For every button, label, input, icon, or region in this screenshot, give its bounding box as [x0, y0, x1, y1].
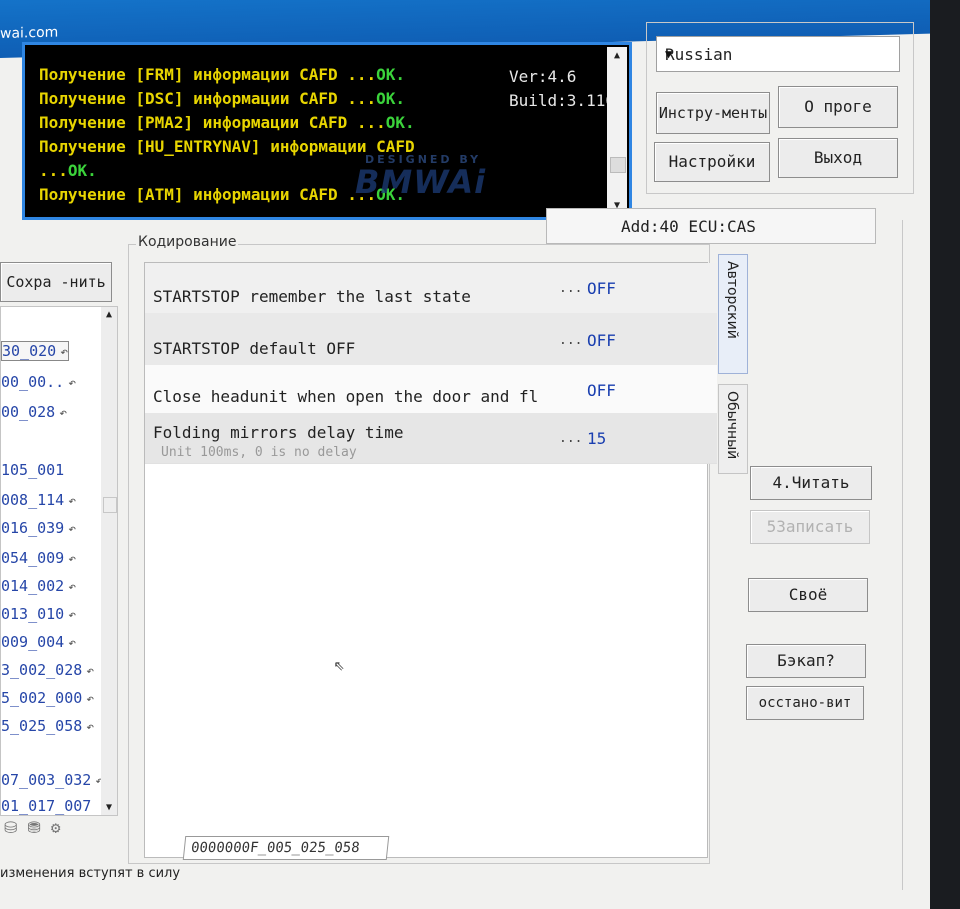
right-frame [882, 220, 903, 890]
coding-group-title: Кодирование [136, 234, 239, 250]
list-item[interactable]: 5_025_058 ↶ [1, 717, 94, 735]
list-item[interactable]: 30_020 ↶ [1, 341, 70, 361]
undo-icon: ↶ [59, 406, 68, 421]
db-edit-icon[interactable]: ⛃ [27, 818, 50, 837]
list-item[interactable]: 016_039 ↶ [1, 519, 76, 537]
console-line: Получение [HU_ENTRYNAV] информации CAFD [39, 137, 415, 156]
list-item[interactable]: 009_004 ↶ [1, 633, 76, 651]
row-name: Folding mirrors delay time [153, 423, 404, 442]
row-more-button[interactable]: ... [559, 281, 582, 296]
scroll-thumb[interactable] [610, 157, 626, 173]
row-value[interactable]: 15 [587, 429, 606, 448]
settings-icon[interactable]: ⚙ [51, 818, 71, 837]
row-name: STARTSTOP default OFF [153, 339, 356, 358]
undo-icon: ↶ [68, 494, 77, 509]
undo-icon: ↶ [86, 720, 95, 735]
app-window: wai.com Получение [FRM] информации CAFD … [0, 0, 930, 909]
list-item[interactable]: 00_00.. ↶ [1, 373, 76, 391]
list-item[interactable]: 5_002_000 ↶ [1, 689, 94, 707]
console-line: Получение [PMA2] информации CAFD ...OK. [39, 113, 415, 132]
tab-author[interactable]: Авторский [718, 254, 748, 374]
row-description: Unit 100ms, 0 is no delay [161, 445, 357, 460]
scroll-down-icon[interactable]: ▼ [101, 802, 117, 813]
status-message: изменения вступят в силу [0, 866, 181, 881]
undo-icon: ↶ [86, 664, 95, 679]
console-line: Получение [DSC] информации CAFD ...OK. [39, 89, 406, 108]
list-item[interactable]: 013_010 ↶ [1, 605, 76, 623]
file-tab[interactable]: 0000000F_005_025_058 [182, 836, 390, 860]
table-row[interactable]: Folding mirrors delay time Unit 100ms, 0… [145, 413, 717, 464]
undo-icon: ↶ [68, 636, 77, 651]
bmwai-watermark-logo: DESIGNED BY BMWAi [355, 153, 487, 201]
list-item[interactable]: 3_002_028 ↶ [1, 661, 94, 679]
row-name: STARTSTOP remember the last state [153, 287, 471, 306]
write-button[interactable]: 5Записать [750, 510, 870, 544]
window-title: wai.com [0, 24, 59, 42]
list-item[interactable]: 00_028 ↶ [1, 403, 67, 421]
row-more-button[interactable]: ... [559, 431, 582, 446]
list-item[interactable]: 054_009 ↶ [1, 549, 76, 567]
log-console: Получение [FRM] информации CAFD ...OK. П… [22, 42, 632, 220]
row-value[interactable]: OFF [587, 279, 616, 298]
undo-icon: ↶ [68, 522, 77, 537]
row-value[interactable]: OFF [587, 381, 616, 400]
language-select[interactable]: Russian ▼ [656, 36, 900, 72]
table-row[interactable]: STARTSTOP default OFF ... OFF [145, 313, 717, 366]
mouse-cursor-icon: ⇖ [334, 654, 345, 675]
console-line: Получение [FRM] информации CAFD ...OK. [39, 65, 406, 84]
scroll-up-icon[interactable]: ▲ [101, 309, 117, 320]
cafd-list: 30_020 ↶ 00_00.. ↶ 00_028 ↶ 105_001 008_114… [0, 306, 118, 816]
undo-icon: ↶ [68, 552, 77, 567]
scroll-up-icon[interactable]: ▲ [607, 47, 627, 65]
undo-icon: ↶ [68, 376, 77, 391]
exit-button[interactable]: Выход [778, 138, 898, 178]
toolbar-icons: ⛁⛃⚙ [4, 818, 70, 837]
db-icon[interactable]: ⛁ [4, 818, 27, 837]
undo-icon: ↶ [86, 692, 95, 707]
list-item[interactable]: 105_001 [1, 461, 64, 479]
console-scrollbar[interactable]: ▲ ▼ [607, 47, 627, 215]
table-row[interactable]: STARTSTOP remember the last state ... OF… [145, 263, 717, 314]
coding-grid: STARTSTOP remember the last state ... OF… [144, 262, 717, 858]
settings-button[interactable]: Настройки [654, 142, 770, 182]
list-scrollbar[interactable]: ▲ ▼ [101, 307, 117, 815]
row-name: Close headunit when open the door and fl [153, 387, 539, 406]
tab-normal[interactable]: Обычный [718, 384, 748, 474]
scroll-thumb[interactable] [103, 497, 117, 513]
list-item[interactable]: 07_003_032 ↶ [1, 771, 103, 789]
table-row[interactable]: Close headunit when open the door and fl… [145, 365, 717, 414]
save-button[interactable]: Сохра -нить [0, 262, 112, 302]
undo-icon: ↶ [68, 608, 77, 623]
about-button[interactable]: О проге [778, 86, 898, 128]
undo-icon: ↶ [60, 345, 69, 360]
ecu-address-box: Add:40 ECU:CAS [546, 208, 876, 244]
read-button[interactable]: 4.Читать [750, 466, 872, 500]
list-item[interactable]: 008_114 ↶ [1, 491, 76, 509]
own-button[interactable]: Своё [748, 578, 868, 612]
chevron-down-icon: ▼ [665, 47, 673, 61]
row-more-button[interactable]: ... [559, 333, 582, 348]
undo-icon: ↶ [68, 580, 77, 595]
restore-button[interactable]: осстано-вит [746, 686, 864, 720]
backup-button[interactable]: Бэкап? [746, 644, 866, 678]
tools-button[interactable]: Инстру-менты [656, 92, 770, 134]
list-item[interactable]: 01_017_007 [1, 797, 91, 815]
list-item[interactable]: 014_002 ↶ [1, 577, 76, 595]
row-value[interactable]: OFF [587, 331, 616, 350]
